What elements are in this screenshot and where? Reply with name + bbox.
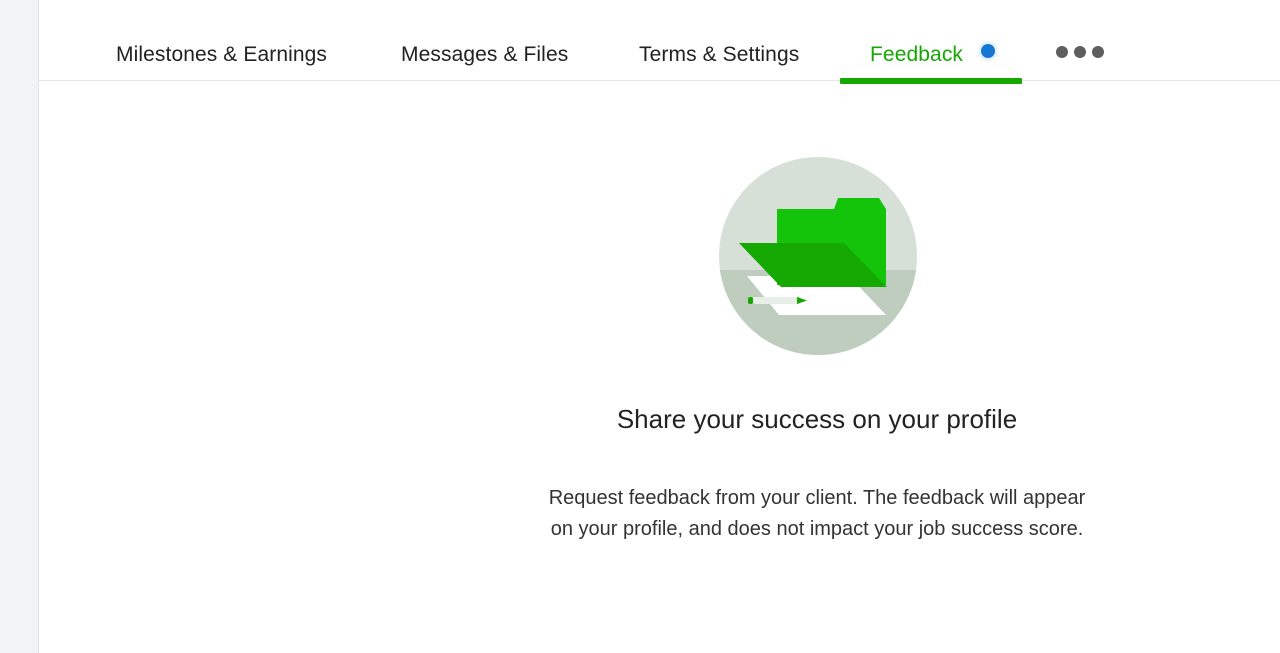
tab-milestones-earnings[interactable]: Milestones & Earnings [116, 42, 327, 68]
notification-dot-icon [981, 44, 995, 58]
tab-bar: Milestones & Earnings Messages & Files T… [39, 0, 1280, 81]
ellipsis-dot [1074, 46, 1086, 58]
contract-page: Milestones & Earnings Messages & Files T… [38, 0, 1280, 653]
tab-terms-settings[interactable]: Terms & Settings [639, 42, 799, 68]
more-options-button[interactable] [1056, 43, 1104, 61]
empty-state-description: Request feedback from your client. The f… [548, 487, 1086, 540]
empty-state-title: Share your success on your profile [616, 404, 1018, 434]
folder-with-document-and-pencil-icon [719, 157, 917, 355]
ellipsis-dot [1092, 46, 1104, 58]
active-tab-indicator [840, 78, 1022, 84]
ellipsis-icon [1056, 46, 1068, 58]
tab-feedback[interactable]: Feedback [870, 42, 963, 68]
tab-messages-files[interactable]: Messages & Files [401, 42, 568, 68]
